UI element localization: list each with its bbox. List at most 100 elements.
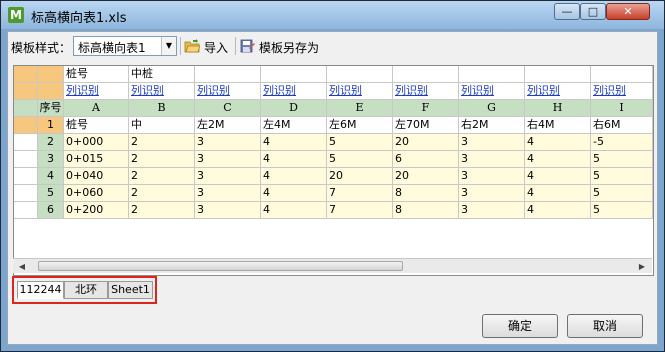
table-cell[interactable]: 4 [525, 185, 591, 202]
table-cell[interactable]: 4 [261, 134, 327, 151]
table-cell[interactable]: 中 [129, 117, 195, 134]
scroll-left-icon[interactable]: ◀ [15, 260, 29, 273]
row-number[interactable]: 1 [38, 117, 64, 134]
table-cell[interactable]: 0+040 [64, 168, 129, 185]
sheet-tab-sheet1[interactable]: Sheet1 [108, 281, 153, 299]
table-cell[interactable]: 7 [327, 202, 393, 219]
sheet-tab-beihuan[interactable]: 北环 [64, 281, 108, 299]
table-cell[interactable]: 左70M [393, 117, 459, 134]
template-select[interactable]: 标高横向表1 ▼ [73, 36, 177, 56]
table-cell[interactable]: 20 [393, 134, 459, 151]
row-number[interactable]: 4 [38, 168, 64, 185]
table-cell[interactable]: 4 [525, 168, 591, 185]
table-cell[interactable]: 0+200 [64, 202, 129, 219]
table-cell[interactable]: 0+000 [64, 134, 129, 151]
title-bar[interactable]: M 标高横向表1.xls — □ ✕ [1, 1, 664, 29]
header-cell[interactable]: 中桩 [129, 66, 195, 83]
column-header[interactable]: E [327, 100, 393, 117]
column-identify-link[interactable]: 列识别 [459, 83, 525, 100]
table-cell[interactable]: 8 [393, 185, 459, 202]
column-identify-link[interactable]: 列识别 [393, 83, 459, 100]
column-header[interactable]: I [591, 100, 653, 117]
table-cell[interactable]: 3 [195, 185, 261, 202]
table-cell[interactable]: 7 [327, 185, 393, 202]
table-cell[interactable]: 20 [327, 168, 393, 185]
table-cell[interactable]: 5 [591, 185, 653, 202]
header-cell[interactable] [459, 66, 525, 83]
horizontal-scrollbar[interactable]: ◀ ▶ [13, 258, 652, 273]
header-cell[interactable]: 桩号 [64, 66, 129, 83]
row-number[interactable]: 5 [38, 185, 64, 202]
table-cell[interactable]: 4 [525, 202, 591, 219]
column-header[interactable]: G [459, 100, 525, 117]
column-identify-link[interactable]: 列识别 [129, 83, 195, 100]
table-cell[interactable]: -5 [591, 134, 653, 151]
table-cell[interactable]: 4 [261, 151, 327, 168]
table-cell[interactable]: 5 [327, 151, 393, 168]
table-cell[interactable]: 3 [195, 151, 261, 168]
table-cell[interactable]: 3 [459, 185, 525, 202]
column-identify-link[interactable]: 列识别 [261, 83, 327, 100]
row-number[interactable]: 6 [38, 202, 64, 219]
ok-button[interactable]: 确定 [482, 314, 558, 338]
table-cell[interactable]: 2 [129, 134, 195, 151]
column-identify-link[interactable]: 列识别 [591, 83, 653, 100]
table-cell[interactable]: 3 [195, 168, 261, 185]
header-cell[interactable] [591, 66, 653, 83]
cancel-button[interactable]: 取消 [567, 314, 643, 338]
import-button[interactable]: 导入 [184, 37, 230, 55]
column-header[interactable]: A [64, 100, 129, 117]
header-cell[interactable] [393, 66, 459, 83]
table-cell[interactable]: 3 [195, 134, 261, 151]
table-cell[interactable]: 5 [591, 168, 653, 185]
table-cell[interactable]: 2 [129, 168, 195, 185]
scrollbar-thumb[interactable] [38, 261, 403, 271]
column-header[interactable]: H [525, 100, 591, 117]
column-identify-link[interactable]: 列识别 [195, 83, 261, 100]
table-cell[interactable]: 0+015 [64, 151, 129, 168]
table-cell[interactable]: 右2M [459, 117, 525, 134]
table-cell[interactable]: 4 [525, 134, 591, 151]
table-cell[interactable]: 4 [261, 168, 327, 185]
column-identify-link[interactable]: 列识别 [64, 83, 129, 100]
table-cell[interactable]: 5 [327, 134, 393, 151]
table-cell[interactable]: 6 [393, 151, 459, 168]
scroll-right-icon[interactable]: ▶ [635, 260, 649, 273]
table-cell[interactable]: 左4M [261, 117, 327, 134]
table-cell[interactable]: 4 [261, 202, 327, 219]
table-cell[interactable]: 右4M [525, 117, 591, 134]
minimize-button[interactable]: — [554, 3, 580, 20]
column-header[interactable]: D [261, 100, 327, 117]
maximize-button[interactable]: □ [580, 3, 606, 20]
spreadsheet-grid[interactable]: 桩号 中桩 列识别 列识别 列识别 列识别 列识别 列识别 列识别 列识别 列识… [13, 65, 654, 276]
column-header[interactable]: C [195, 100, 261, 117]
save-template-as-button[interactable]: 模板另存为 [239, 37, 329, 55]
column-header[interactable]: F [393, 100, 459, 117]
table-cell[interactable]: 左2M [195, 117, 261, 134]
table-cell[interactable]: 3 [459, 134, 525, 151]
chevron-down-icon[interactable]: ▼ [161, 37, 176, 55]
close-button[interactable]: ✕ [606, 3, 650, 20]
column-identify-link[interactable]: 列识别 [327, 83, 393, 100]
row-number[interactable]: 2 [38, 134, 64, 151]
sheet-tab-112244[interactable]: 112244 [17, 281, 64, 299]
table-cell[interactable]: 20 [393, 168, 459, 185]
table-cell[interactable]: 2 [129, 185, 195, 202]
column-identify-link[interactable]: 列识别 [525, 83, 591, 100]
table-cell[interactable]: 3 [459, 202, 525, 219]
column-header[interactable]: B [129, 100, 195, 117]
table-cell[interactable]: 4 [261, 185, 327, 202]
table-cell[interactable]: 8 [393, 202, 459, 219]
row-number[interactable]: 3 [38, 151, 64, 168]
header-cell[interactable] [195, 66, 261, 83]
table-cell[interactable]: 2 [129, 151, 195, 168]
header-cell[interactable] [327, 66, 393, 83]
table-cell[interactable]: 4 [525, 151, 591, 168]
table-cell[interactable]: 右6M [591, 117, 653, 134]
table-cell[interactable]: 左6M [327, 117, 393, 134]
header-cell[interactable] [525, 66, 591, 83]
table-cell[interactable]: 3 [195, 202, 261, 219]
table-cell[interactable]: 2 [129, 202, 195, 219]
table-cell[interactable]: 3 [459, 168, 525, 185]
table-cell[interactable]: 3 [459, 151, 525, 168]
